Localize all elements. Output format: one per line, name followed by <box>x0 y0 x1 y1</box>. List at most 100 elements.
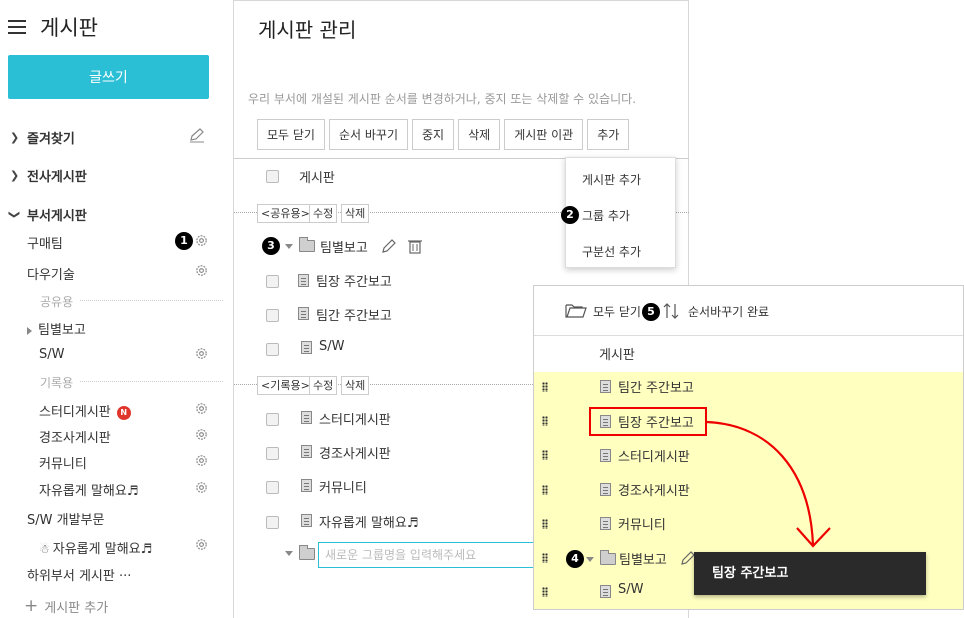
table-row[interactable]: 자유롭게 말해요♬ <box>319 512 419 531</box>
board-icon <box>600 517 611 530</box>
main-border <box>234 0 689 1</box>
row-checkbox[interactable] <box>266 343 279 356</box>
drag-handle-icon[interactable] <box>542 485 548 495</box>
pencil-icon[interactable] <box>381 238 397 254</box>
gear-icon[interactable] <box>194 427 209 442</box>
collapse-all-button[interactable]: 모두 닫기 <box>257 119 325 150</box>
section-favorites[interactable]: ❯ 즐겨찾기 <box>10 128 75 147</box>
triangle-down-icon[interactable] <box>285 551 293 556</box>
add-button[interactable]: 추가 <box>587 119 630 150</box>
sidebar-item-sw-dev[interactable]: S/W 개발부문 <box>27 509 104 528</box>
list-item[interactable]: 커뮤니티 <box>618 514 666 533</box>
drag-handle-icon[interactable] <box>542 450 548 460</box>
folder-team-report[interactable]: 팀별보고 <box>320 237 368 256</box>
row-checkbox[interactable] <box>266 516 279 529</box>
drag-preview: 팀장 주간보고 <box>694 552 926 595</box>
row-checkbox[interactable] <box>266 413 279 426</box>
menu-item-add-divider[interactable]: 구분선 추가 <box>582 243 641 260</box>
board-icon <box>600 380 611 393</box>
sidebar-item-purchase[interactable]: 구매팀 <box>27 233 63 252</box>
sidebar-item-sw[interactable]: S/W <box>39 347 65 362</box>
stop-button[interactable]: 중지 <box>412 119 455 150</box>
sidebar-item-dawoo[interactable]: 다우기술 <box>27 264 75 283</box>
table-row[interactable]: 팀간 주간보고 <box>316 305 392 324</box>
row-checkbox[interactable] <box>266 447 279 460</box>
plus-icon: + <box>24 596 39 616</box>
triangle-down-icon[interactable] <box>285 244 293 249</box>
gear-icon[interactable] <box>194 537 209 552</box>
add-board-button[interactable]: + 게시판 추가 <box>24 596 108 616</box>
row-checkbox[interactable] <box>266 481 279 494</box>
group-edit-button[interactable]: 수정 <box>309 376 338 395</box>
callout-1: 1 <box>175 232 193 250</box>
group-delete-button[interactable]: 삭제 <box>341 204 370 223</box>
group-delete-button[interactable]: 삭제 <box>341 376 370 395</box>
section-company-label: 전사게시판 <box>27 170 87 185</box>
group-edit-button[interactable]: 수정 <box>309 204 338 223</box>
trash-icon[interactable] <box>408 238 422 254</box>
board-icon <box>298 274 309 287</box>
table-row[interactable]: 스터디게시판 <box>319 409 391 428</box>
drag-handle-icon[interactable] <box>542 587 548 597</box>
sidebar-item-team-report[interactable]: 팀별보고 <box>27 319 86 338</box>
list-item[interactable]: 팀간 주간보고 <box>618 377 694 396</box>
write-button[interactable]: 글쓰기 <box>8 55 209 99</box>
drag-handle-icon[interactable] <box>542 553 548 563</box>
sidebar-item-events[interactable]: 경조사게시판 <box>39 427 111 446</box>
menu-icon[interactable] <box>8 20 26 34</box>
gear-icon[interactable] <box>194 453 209 468</box>
folder-open-icon <box>565 304 587 318</box>
board-icon <box>301 445 312 458</box>
reorder-done-button[interactable]: 순서바꾸기 완료 <box>688 303 769 320</box>
table-row[interactable]: S/W <box>319 339 345 354</box>
drag-handle-icon[interactable] <box>542 382 548 392</box>
reorder-button[interactable]: 순서 바꾸기 <box>328 119 408 150</box>
board-icon <box>600 585 611 598</box>
sidebar: 게시판 글쓰기 ❯ 즐겨찾기 ❯ 전사게시판 ❯ 부서게시판 구매팀 1 다우기… <box>0 0 234 618</box>
sidebar-header: 게시판 <box>8 12 98 42</box>
section-department[interactable]: ❯ 부서게시판 <box>8 205 87 224</box>
folder-icon <box>299 237 315 252</box>
list-item[interactable]: 경조사게시판 <box>618 480 690 499</box>
add-dropdown-menu: 게시판 추가 그룹 추가 구분선 추가 <box>565 157 676 268</box>
section-company[interactable]: ❯ 전사게시판 <box>10 166 87 185</box>
study-label: 스터디게시판 <box>39 405 111 420</box>
table-row[interactable]: 커뮤니티 <box>319 477 367 496</box>
chevron-right-icon: ❯ <box>10 169 20 182</box>
table-row[interactable]: 경조사게시판 <box>319 443 391 462</box>
pencil-icon[interactable] <box>188 127 206 143</box>
page-title: 게시판 관리 <box>258 18 357 42</box>
transfer-board-button[interactable]: 게시판 이관 <box>504 119 584 150</box>
collapse-all-button[interactable]: 모두 닫기 <box>593 303 641 320</box>
menu-item-add-board[interactable]: 게시판 추가 <box>582 171 641 188</box>
drag-handle-icon[interactable] <box>542 416 548 426</box>
select-all-checkbox[interactable] <box>266 170 279 183</box>
list-item[interactable]: 스터디게시판 <box>618 446 690 465</box>
list-item[interactable]: S/W <box>618 582 644 597</box>
gear-icon[interactable] <box>194 480 209 495</box>
menu-item-add-group[interactable]: 그룹 추가 <box>582 207 630 224</box>
gear-icon[interactable] <box>194 263 209 278</box>
share-icon: ☃ <box>39 542 50 556</box>
sidebar-item-community[interactable]: 커뮤니티 <box>39 453 87 472</box>
drag-handle-icon[interactable] <box>542 519 548 529</box>
sidebar-item-study[interactable]: 스터디게시판 N <box>39 401 131 420</box>
callout-4: 4 <box>566 550 584 568</box>
row-checkbox[interactable] <box>266 309 279 322</box>
gear-icon[interactable] <box>194 346 209 361</box>
sidebar-item-sub-dept[interactable]: 하위부서 게시판 ··· <box>27 565 131 584</box>
callout-5: 5 <box>642 303 660 321</box>
board-icon <box>301 341 312 354</box>
delete-button[interactable]: 삭제 <box>458 119 501 150</box>
gear-icon[interactable] <box>194 233 209 248</box>
sidebar-item-free-talk[interactable]: 자유롭게 말해요♬ <box>39 480 139 499</box>
row-checkbox[interactable] <box>266 275 279 288</box>
section-department-label: 부서게시판 <box>27 209 87 224</box>
triangle-down-icon[interactable] <box>586 557 594 562</box>
gear-icon[interactable] <box>194 401 209 416</box>
table-row[interactable]: 팀장 주간보고 <box>316 271 392 290</box>
reorder-column-label: 게시판 <box>599 348 635 363</box>
sidebar-item-sw-free[interactable]: ☃ 자유롭게 말해요♬ <box>39 538 152 557</box>
list-item[interactable]: 팀별보고 <box>619 549 667 568</box>
new-group-input[interactable]: 새로운 그룹명을 입력해주세요 <box>318 542 536 568</box>
